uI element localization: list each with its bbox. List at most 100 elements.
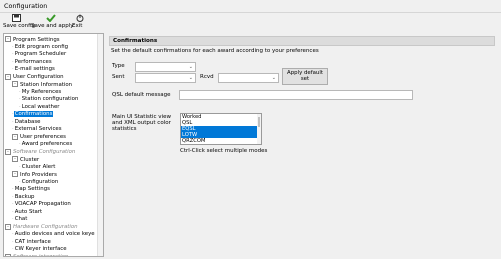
tree-item-label: Auto Start: [14, 208, 43, 215]
listbox-scrollbar[interactable]: [257, 114, 261, 144]
tree-item[interactable]: - Station Information: [12, 81, 73, 88]
tree-item-label: Station Information: [20, 81, 73, 88]
collapse-icon[interactable]: -: [12, 156, 18, 162]
tree-item-label: CW Keyer interface: [14, 246, 67, 252]
tree-scrollbar[interactable]: [97, 34, 103, 256]
tree-item-label: Edit program config: [14, 43, 69, 50]
apply-default-set-button[interactable]: Apply default set: [282, 68, 328, 85]
chevron-down-icon: ⌄: [188, 64, 193, 70]
tree-item-label: Local weather: [21, 103, 60, 110]
panel-description: Set the default confirmations for each a…: [111, 48, 319, 54]
confirmations-panel: Confirmations Set the default confirmati…: [106, 33, 498, 255]
tree-item-label: Program Settings: [13, 36, 60, 43]
tree-item-label: Confirmations: [13, 111, 54, 117]
tree-item-label: Database: [14, 118, 41, 125]
collapse-icon[interactable]: -: [5, 223, 11, 230]
checkmark-icon: [46, 14, 56, 22]
panel-header-title: Confirmations: [113, 38, 158, 44]
window-title: Configuration: [4, 2, 48, 10]
tree-item[interactable]: - Cluster: [12, 156, 40, 163]
tree-item-label: Map Settings: [14, 186, 50, 192]
rcvd-label: Rcvd: [200, 74, 214, 80]
tree-item[interactable]: ·Edit program config: [12, 44, 69, 51]
panel-header: Confirmations: [109, 36, 495, 46]
tree-item[interactable]: ·Station configuration: [19, 96, 79, 103]
tree-item[interactable]: ·Local weather: [19, 104, 61, 111]
listbox-item[interactable]: QRZCOM: [181, 138, 261, 144]
tree-item[interactable]: ·External Services: [12, 126, 63, 133]
tree-item[interactable]: ·Award preferences: [19, 141, 73, 148]
statistic-label-3: statistics: [112, 126, 137, 132]
qsl-default-message-label: QSL default message: [112, 92, 171, 98]
chevron-down-icon: ⌄: [188, 75, 193, 81]
tree-item[interactable]: ·Configuration: [19, 179, 59, 186]
type-label: Type: [112, 63, 125, 69]
apply-default-label-2: set: [300, 76, 310, 82]
collapse-icon[interactable]: -: [5, 148, 11, 155]
rcvd-dropdown[interactable]: ⌄: [218, 73, 279, 83]
tree-item-label: Performances: [14, 58, 52, 65]
tree-item[interactable]: ·CAT interface: [12, 239, 52, 246]
tree-item-label: External Services: [14, 126, 62, 132]
tree-item[interactable]: - Info Providers: [12, 171, 58, 178]
tree-item-label: Configuration: [21, 178, 59, 185]
tree-item-label: Software integration: [13, 254, 69, 257]
toolbar: Save config Save and apply Exit: [0, 13, 501, 32]
save-icon: [11, 14, 21, 22]
tree-item-label: VOACAP Propagation: [14, 201, 71, 207]
exit-button[interactable]: Exit: [72, 13, 88, 31]
tree-item-label: Audio devices and voice keye: [14, 231, 95, 237]
window-titlebar: Configuration: [0, 0, 501, 13]
tree-item[interactable]: ·Cluster Alert: [19, 164, 56, 171]
tree-item-label: Software Configuration: [13, 149, 76, 155]
tree-item-label: Hardware Configuration: [13, 224, 78, 230]
statistic-modes-listbox[interactable]: Worked QSL EQSL LOTW QRZCOM: [180, 113, 262, 145]
tree-item-label: Info Providers: [20, 171, 57, 178]
tree-item[interactable]: ·Database: [12, 119, 41, 126]
collapse-icon[interactable]: -: [12, 81, 18, 87]
tree-item[interactable]: ·Program Scheduler: [12, 51, 67, 58]
tree-item[interactable]: - Software integration: [5, 253, 69, 257]
tree-item[interactable]: ·My References: [19, 89, 62, 96]
collapse-icon[interactable]: -: [12, 171, 18, 177]
collapse-icon[interactable]: -: [5, 36, 11, 42]
exit-label: Exit: [72, 23, 83, 29]
tree-item[interactable]: - Software Configuration: [5, 148, 76, 156]
tree-item-label: Program Scheduler: [14, 51, 67, 57]
sent-label: Sent: [112, 74, 125, 80]
tree-item-label: Cluster: [20, 156, 40, 163]
collapse-icon[interactable]: -: [5, 253, 11, 256]
tree-item[interactable]: ·Chat: [12, 216, 28, 223]
tree-item[interactable]: ·Backup: [12, 194, 35, 201]
ctrl-click-hint: Ctrl-Click select multiple modes: [180, 148, 268, 154]
tree-item[interactable]: ·E-mail settings: [12, 66, 56, 73]
power-icon: [76, 14, 84, 22]
tree-item-label: E-mail settings: [14, 66, 55, 72]
tree-item-label: Chat: [14, 216, 28, 222]
tree-item[interactable]: ·Audio devices and voice keye: [12, 231, 96, 238]
tree-item[interactable]: ·VOACAP Propagation: [12, 201, 72, 208]
tree-item[interactable]: ·Map Settings: [12, 186, 51, 193]
tree-item[interactable]: ·Confirmations: [12, 111, 54, 118]
tree-item-label: Cluster Alert: [21, 163, 56, 170]
qsl-default-message-input[interactable]: [179, 90, 413, 100]
save-and-apply-button[interactable]: Save and apply: [31, 13, 74, 31]
sent-dropdown[interactable]: ⌄: [135, 73, 196, 83]
tree-item[interactable]: - Hardware Configuration: [5, 223, 79, 231]
tree-item-label: Station configuration: [21, 96, 79, 102]
tree-item[interactable]: ·Performances: [12, 59, 53, 66]
tree-item[interactable]: ·Auto Start: [12, 209, 43, 216]
type-dropdown[interactable]: ⌄: [135, 62, 196, 72]
tree-item-label: Award preferences: [21, 141, 73, 147]
tree-item-label: User Configuration: [13, 74, 64, 80]
save-and-apply-label: Save and apply: [31, 23, 74, 29]
tree-item[interactable]: - User preferences: [12, 133, 67, 141]
tree-item[interactable]: - Program Settings: [5, 36, 61, 43]
tree-item[interactable]: ·CW Keyer interface: [12, 246, 68, 253]
collapse-icon[interactable]: -: [5, 73, 11, 80]
tree-item[interactable]: - User Configuration: [5, 73, 65, 81]
tree-item-label: CAT interface: [14, 238, 51, 245]
collapse-icon[interactable]: -: [12, 133, 18, 140]
save-config-button[interactable]: Save config: [3, 13, 35, 31]
tree-item-label: My References: [21, 88, 62, 95]
